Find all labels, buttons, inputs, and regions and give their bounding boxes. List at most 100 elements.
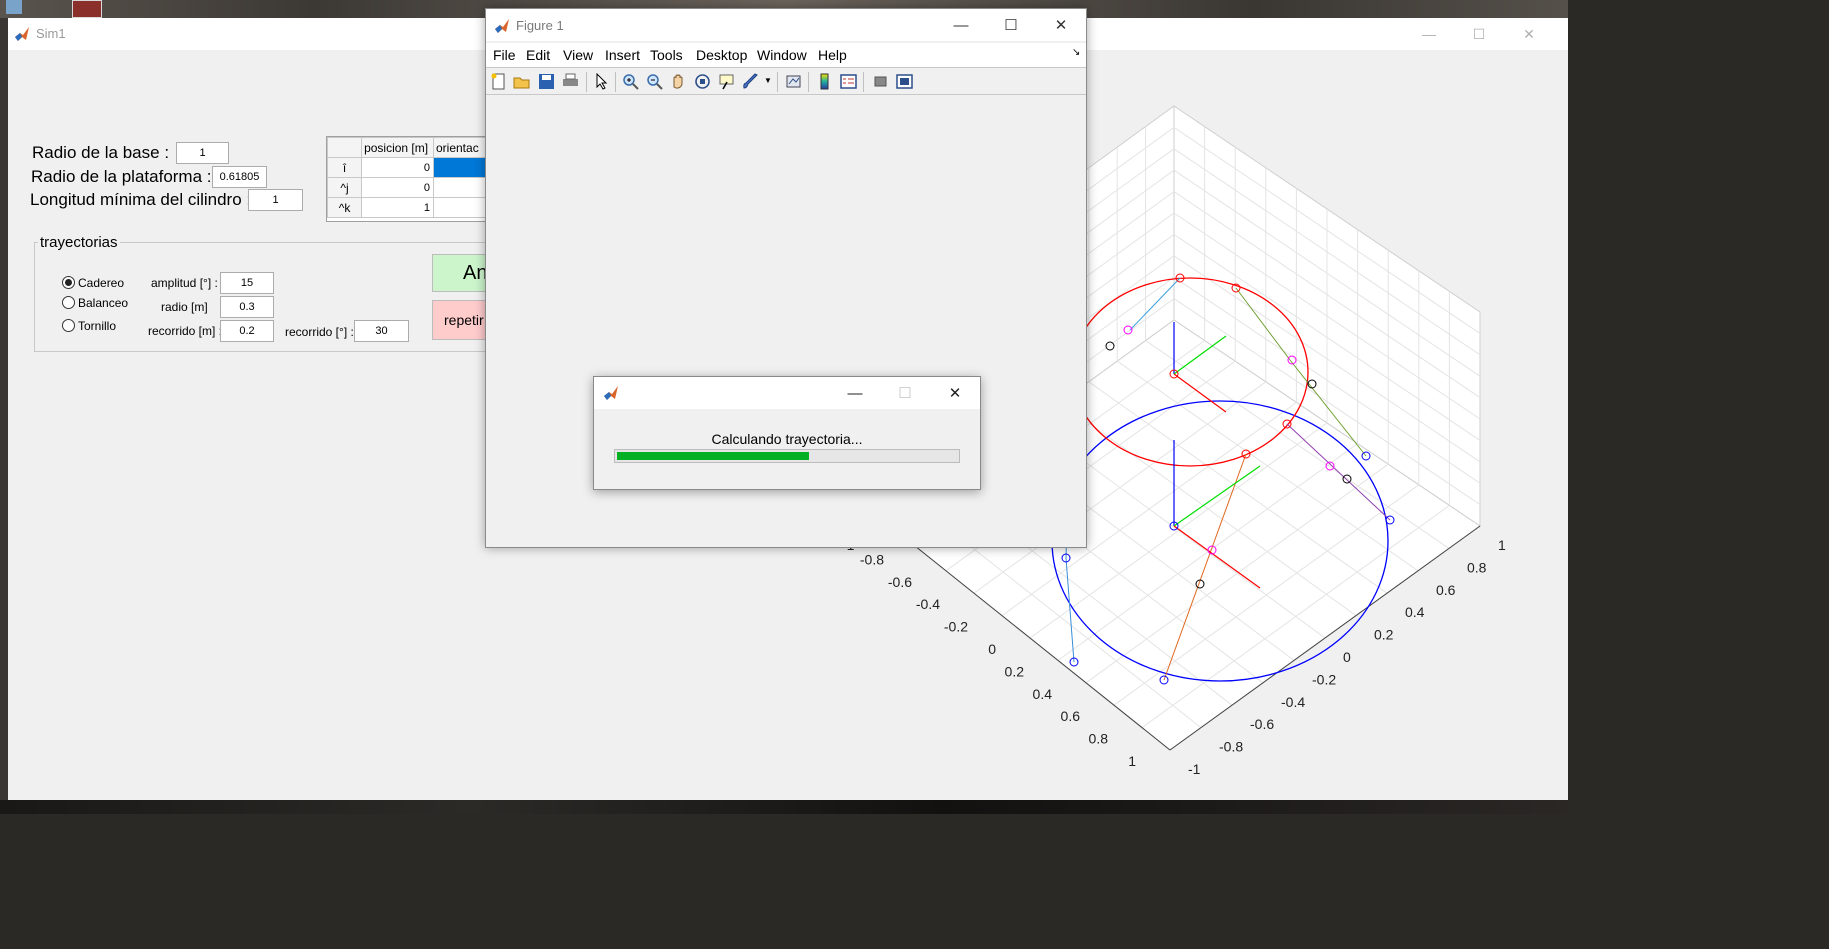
cell-posicion-i[interactable]: 0 — [361, 157, 434, 178]
cell-posicion-k[interactable]: 1 — [361, 197, 434, 218]
figure1-titlebar[interactable]: Figure 1 — ☐ ✕ — [486, 9, 1086, 41]
matlab-icon — [604, 386, 618, 400]
minimize-button[interactable]: — — [1406, 18, 1452, 50]
desktop-shortcut-icon[interactable] — [6, 0, 22, 14]
pointer-icon[interactable] — [593, 73, 610, 90]
toolbar-separator — [863, 72, 864, 92]
progress-dialog-titlebar[interactable]: — ☐ ✕ — [594, 377, 980, 409]
menu-edit[interactable]: Edit — [526, 47, 550, 63]
table-row: ^j 0 — [327, 177, 493, 198]
min-length-input[interactable]: 1 — [248, 189, 303, 211]
menu-insert[interactable]: Insert — [605, 47, 640, 63]
desktop-app-icon[interactable] — [72, 0, 102, 18]
x-tick-label: 0.6 — [1061, 708, 1081, 724]
row-header-i: î — [327, 157, 363, 178]
print-icon[interactable] — [562, 73, 579, 90]
new-figure-icon[interactable] — [490, 73, 507, 90]
progress-dialog: — ☐ ✕ Calculando trayectoria... — [593, 376, 981, 490]
cell-orientacion-k[interactable] — [433, 197, 493, 218]
x-tick-label: 0.8 — [1089, 731, 1109, 747]
y-tick-label: 0.4 — [1405, 604, 1425, 620]
dock-arrow-icon[interactable]: ↘ — [1072, 47, 1080, 58]
travel-m-input[interactable]: 0.2 — [220, 320, 274, 342]
progress-bar — [614, 449, 960, 463]
radio-balanceo[interactable] — [62, 296, 75, 309]
radio-cadereo-label[interactable]: Cadereo — [78, 276, 124, 290]
toolbar-separator — [615, 72, 616, 92]
pan-icon[interactable] — [670, 73, 687, 90]
radio-tornillo-label[interactable]: Tornillo — [78, 319, 116, 333]
maximize-button[interactable]: ☐ — [1456, 18, 1502, 50]
menu-file[interactable]: File — [493, 47, 516, 63]
zoom-in-icon[interactable] — [622, 73, 639, 90]
window-title: Sim1 — [36, 26, 66, 41]
y-tick-label: -0.8 — [1219, 739, 1243, 755]
table-row: ^k 1 — [327, 197, 493, 218]
colorbar-icon[interactable] — [816, 73, 833, 90]
cell-orientacion-i-selected[interactable] — [433, 157, 493, 178]
cell-orientacion-j[interactable] — [433, 177, 493, 198]
zoom-out-icon[interactable] — [646, 73, 663, 90]
y-tick-label: 0 — [1343, 649, 1351, 665]
radio-balanceo-label[interactable]: Balanceo — [78, 296, 128, 310]
close-button[interactable]: ✕ — [1506, 18, 1552, 50]
travel-deg-input[interactable]: 30 — [354, 320, 409, 342]
base-radius-label: Radio de la base : — [32, 143, 170, 162]
row-header-k: ^k — [327, 197, 363, 218]
x-tick-label: -0.2 — [944, 619, 968, 635]
radio-cadereo[interactable] — [62, 276, 75, 289]
legend-icon[interactable] — [840, 73, 857, 90]
y-tick-label: -0.6 — [1250, 716, 1274, 732]
menu-view[interactable]: View — [563, 47, 593, 63]
x-tick-label: 0.4 — [1033, 686, 1053, 702]
amplitude-input[interactable]: 15 — [220, 272, 274, 294]
y-tick-label: -1 — [1188, 761, 1201, 777]
x-tick-label: -0.6 — [888, 574, 912, 590]
x-tick-label: 0 — [988, 641, 996, 657]
maximize-button[interactable]: ☐ — [986, 9, 1036, 41]
base-radius-input[interactable]: 1 — [176, 142, 229, 164]
minimize-button[interactable]: — — [936, 9, 986, 41]
hide-plot-tools-icon[interactable] — [872, 73, 889, 90]
min-length-label: Longitud mínima del cilindro : — [30, 190, 252, 209]
link-plot-icon[interactable] — [785, 73, 802, 90]
rotate-3d-icon[interactable] — [694, 73, 711, 90]
y-tick-label: 0.8 — [1467, 559, 1487, 575]
column-header-posicion[interactable]: posicion [m] — [361, 137, 434, 158]
menu-help[interactable]: Help — [818, 47, 847, 63]
cell-posicion-j[interactable]: 0 — [361, 177, 434, 198]
menu-desktop[interactable]: Desktop — [696, 47, 747, 63]
x-tick-label: 0.2 — [1005, 663, 1025, 679]
brush-icon[interactable] — [742, 73, 759, 90]
data-cursor-icon[interactable] — [718, 73, 735, 90]
toolbar-separator — [777, 72, 778, 92]
column-header-orientacion[interactable]: orientac — [433, 137, 493, 158]
save-icon[interactable] — [538, 73, 555, 90]
minimize-button[interactable]: — — [830, 377, 880, 409]
maximize-button: ☐ — [898, 385, 912, 402]
row-header-j: ^j — [327, 177, 363, 198]
platform-radius-input[interactable]: 0.61805 — [212, 166, 267, 188]
progress-bar-fill — [617, 452, 809, 460]
matlab-icon — [15, 27, 29, 41]
y-tick-label: 0.6 — [1436, 582, 1456, 598]
pose-table[interactable]: posicion [m] orientac î 0 ^j 0 ^k 1 — [326, 136, 494, 222]
table-row: î 0 — [327, 157, 493, 178]
radio-tornillo[interactable] — [62, 319, 75, 332]
progress-message: Calculando trayectoria... — [711, 431, 863, 447]
close-button[interactable]: ✕ — [1036, 9, 1086, 41]
radius-input[interactable]: 0.3 — [220, 296, 274, 318]
x-tick-label: 1 — [1128, 753, 1136, 769]
figure-toolbar: ▼ — [486, 67, 1086, 95]
menu-window[interactable]: Window — [757, 47, 807, 63]
travel-m-label: recorrido [m] : — [148, 324, 223, 338]
platform-radius-label: Radio de la plataforma : — [31, 167, 212, 186]
show-plot-tools-icon[interactable] — [896, 73, 913, 90]
close-button[interactable]: ✕ — [930, 377, 980, 409]
toolbar-separator — [808, 72, 809, 92]
toolbar-separator — [586, 72, 587, 92]
open-file-icon[interactable] — [513, 73, 530, 90]
menu-tools[interactable]: Tools — [650, 47, 683, 63]
brush-dropdown-icon[interactable]: ▼ — [764, 76, 772, 85]
travel-deg-label: recorrido [°] : — [285, 325, 354, 339]
